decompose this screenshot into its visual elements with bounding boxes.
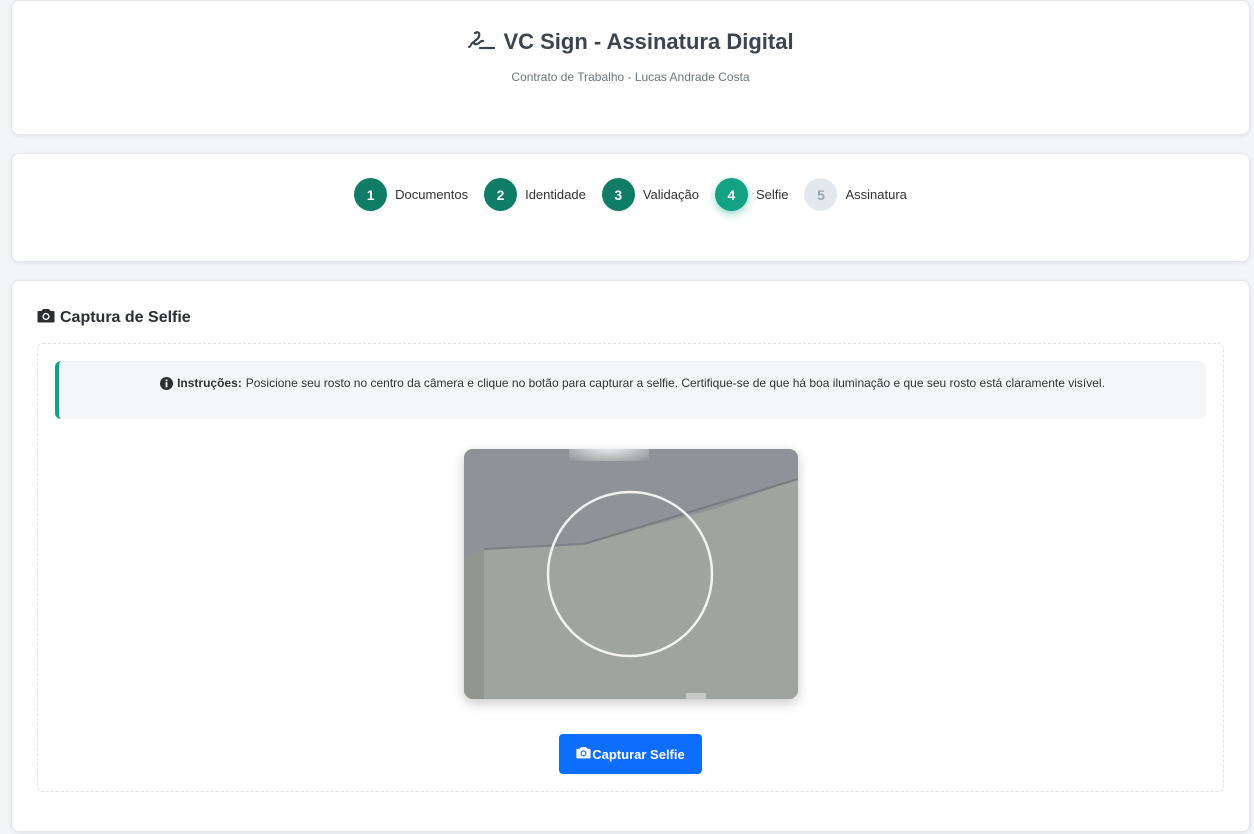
camera-icon [37, 308, 55, 328]
instructions-text: Posicione seu rosto no centro da câmera … [245, 376, 1105, 390]
instructions-label: Instruções: [177, 376, 242, 390]
step-validacao: 3 Validação [601, 178, 699, 211]
contract-subtitle: Contrato de Trabalho - Lucas Andrade Cos… [511, 70, 750, 84]
step-label: Identidade [525, 187, 586, 202]
progress-steps: 1 Documentos 2 Identidade 3 Validação 4 … [12, 178, 1249, 211]
header-card: VC Sign - Assinatura Digital Contrato de… [11, 0, 1250, 135]
step-number: 2 [484, 178, 518, 211]
page-title: VC Sign - Assinatura Digital [503, 29, 794, 54]
info-icon [160, 376, 174, 393]
step-identidade: 2 Identidade [484, 178, 586, 211]
selfie-capture-card: Captura de Selfie Instruções: Posicione … [11, 280, 1250, 832]
step-label: Assinatura [845, 187, 907, 202]
progress-steps-card: 1 Documentos 2 Identidade 3 Validação 4 … [11, 153, 1250, 262]
step-documentos: 1 Documentos [354, 178, 468, 211]
capture-selfie-button[interactable]: Capturar Selfie [559, 734, 702, 774]
step-number: 4 [714, 178, 748, 211]
step-label: Validação [642, 187, 699, 202]
step-number: 1 [354, 178, 388, 211]
step-number: 3 [601, 178, 635, 211]
section-title: Captura de Selfie [37, 308, 191, 328]
app-title-row: VC Sign - Assinatura Digital [12, 29, 1249, 55]
step-label: Documentos [395, 187, 469, 202]
camera-icon [576, 746, 591, 762]
camera-preview [464, 449, 798, 699]
signature-icon [467, 30, 496, 55]
face-guide-circle [546, 490, 714, 658]
section-title-text: Captura de Selfie [60, 309, 191, 326]
selfie-capture-area: Instruções: Posicione seu rosto no centr… [37, 343, 1224, 792]
capture-selfie-label: Capturar Selfie [592, 746, 685, 762]
step-number: 5 [804, 178, 838, 211]
step-assinatura: 5 Assinatura [804, 178, 907, 211]
step-selfie: 4 Selfie [714, 178, 789, 211]
step-label: Selfie [755, 187, 789, 202]
instructions-box: Instruções: Posicione seu rosto no centr… [55, 361, 1206, 419]
